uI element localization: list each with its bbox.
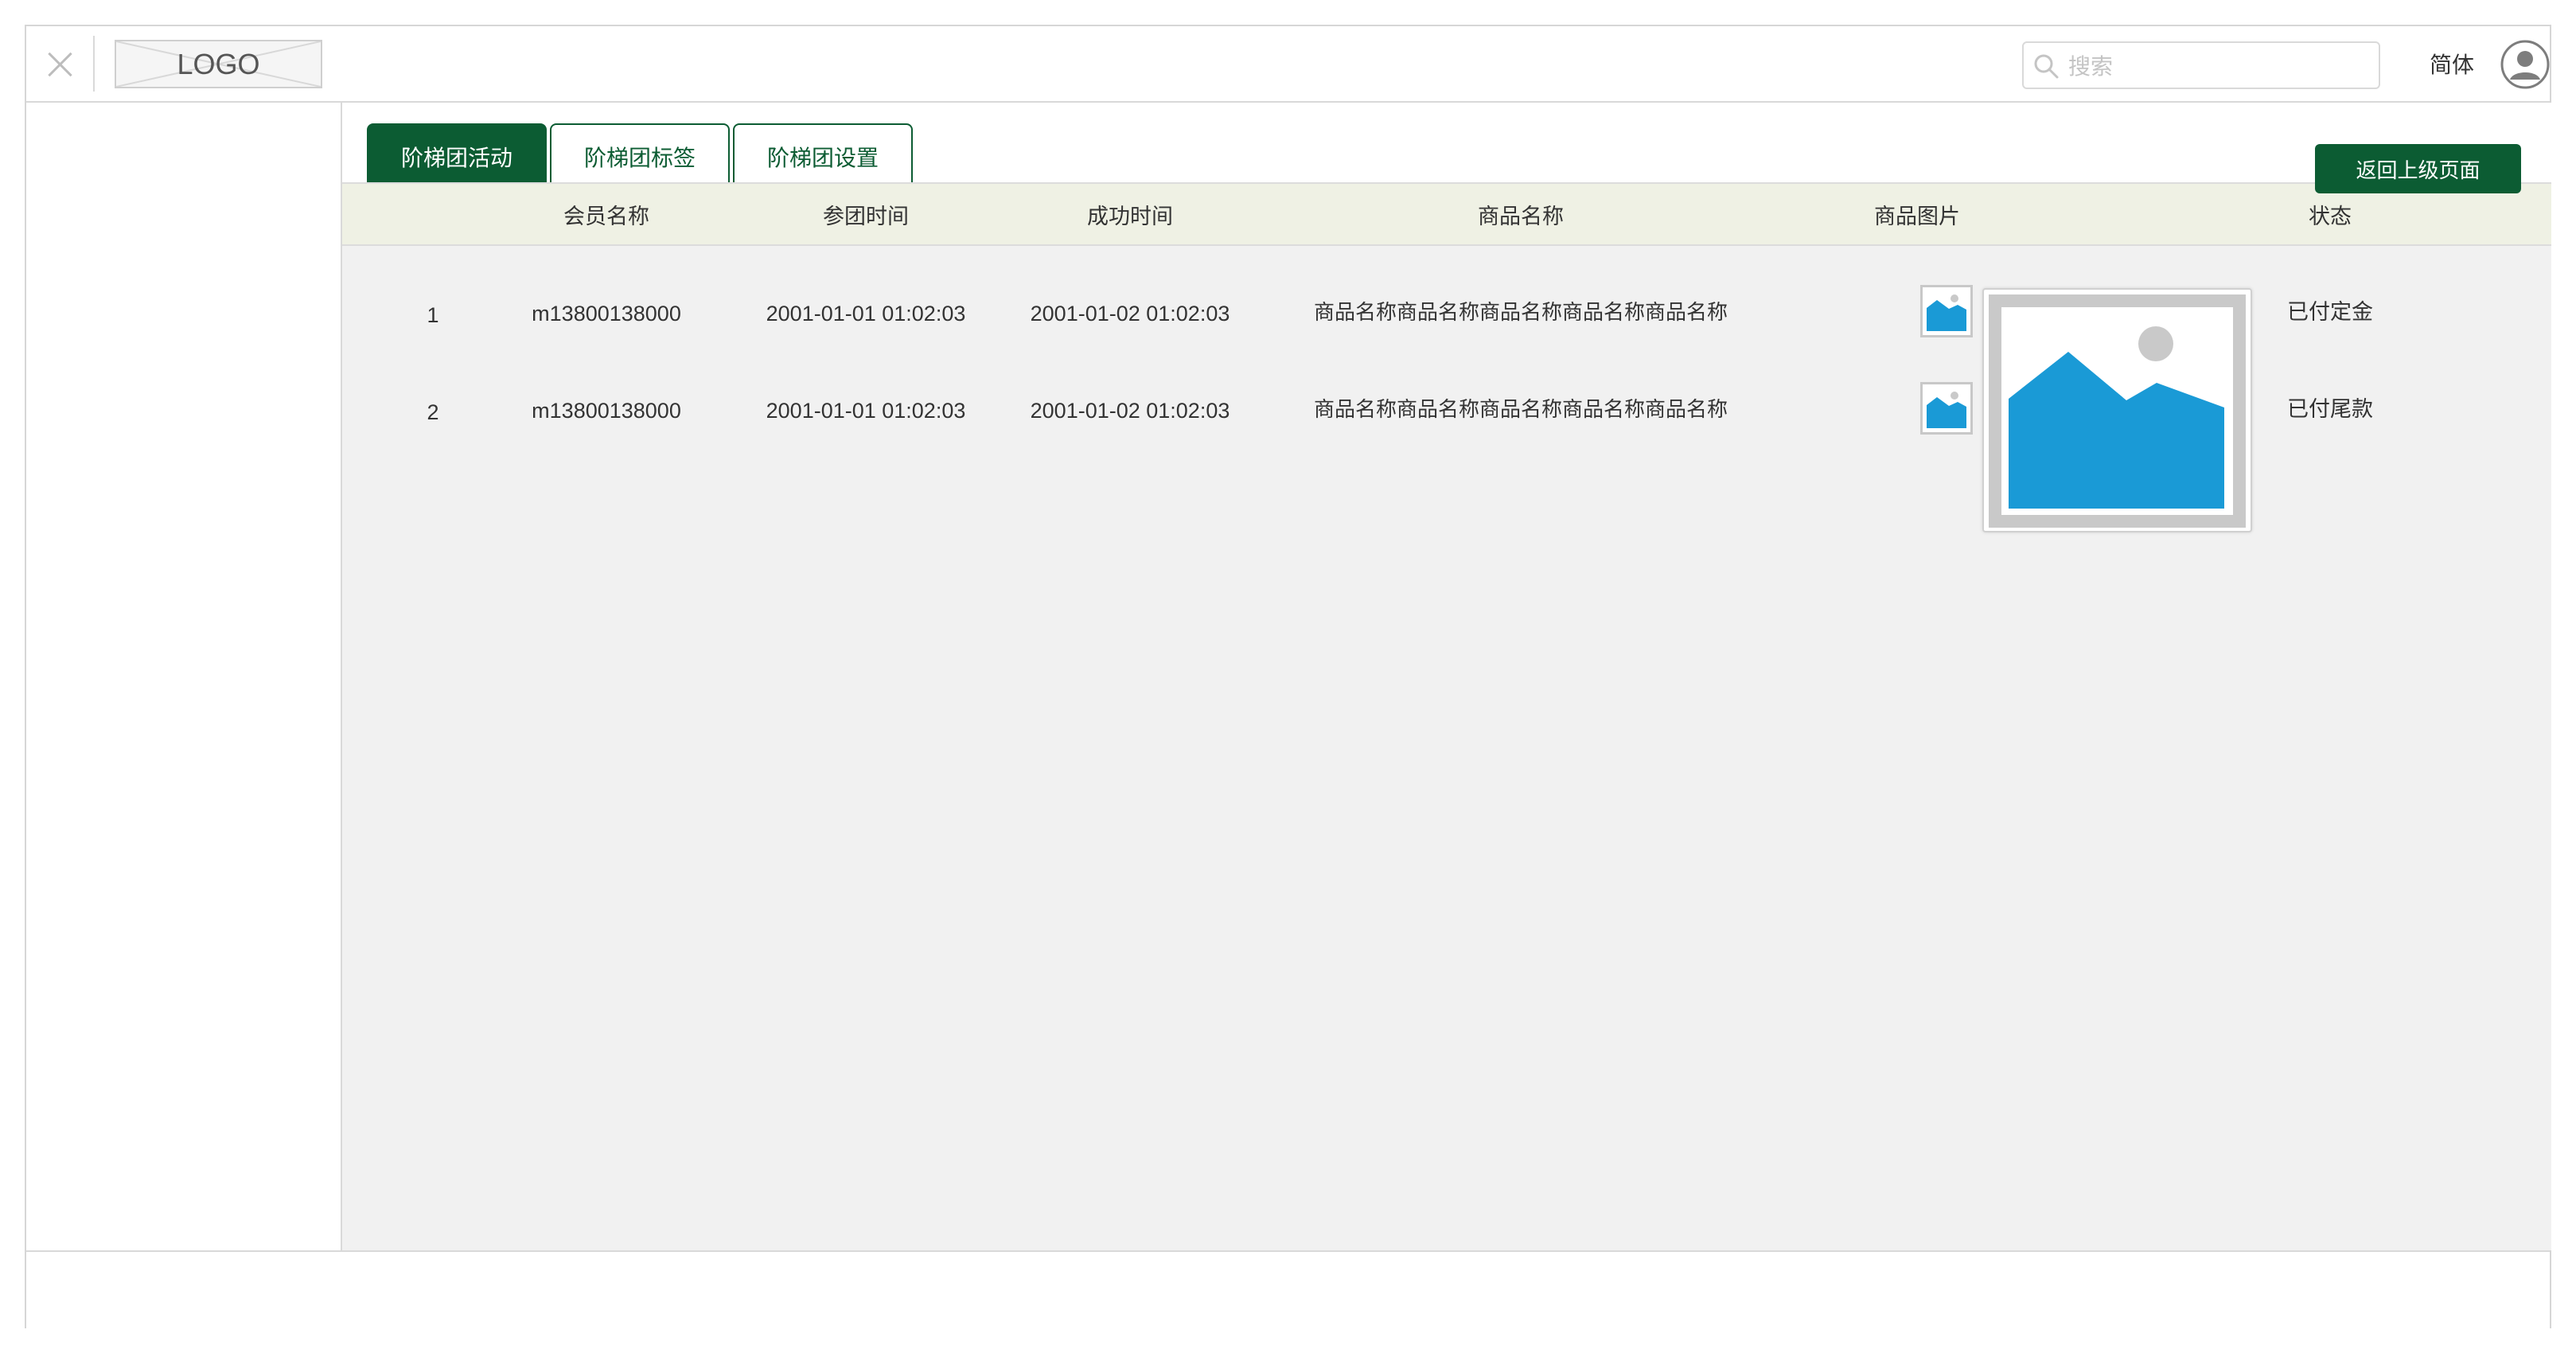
row-index: 2 — [427, 400, 439, 424]
close-icon[interactable] — [44, 49, 76, 80]
row-index: 1 — [427, 303, 439, 327]
join-time: 2001-01-01 01:02:03 — [766, 302, 966, 326]
tab-ladder-group-settings[interactable]: 阶梯团设置 — [733, 123, 913, 182]
main-content: 阶梯团活动 阶梯团标签 阶梯团设置 会员名称 参团时间 成功时间 商品名称 商品… — [342, 103, 2551, 1250]
table-header: 会员名称 参团时间 成功时间 商品名称 商品图片 状态 — [342, 182, 2551, 246]
sidebar — [26, 103, 342, 1250]
back-to-previous-page-button[interactable]: 返回上级页面 — [2315, 144, 2521, 193]
top-header: LOGO 简体 — [26, 26, 2550, 103]
logo: LOGO — [115, 40, 322, 88]
join-time: 2001-01-01 01:02:03 — [766, 399, 966, 423]
success-time: 2001-01-02 01:02:03 — [1030, 399, 1230, 423]
column-header-product-image: 商品图片 — [1874, 204, 1960, 229]
tab-ladder-group-tags[interactable]: 阶梯团标签 — [550, 123, 730, 182]
search-input[interactable] — [2067, 49, 2369, 83]
product-image-thumbnail[interactable] — [1920, 285, 1973, 337]
tab-ladder-group-activity[interactable]: 阶梯团活动 — [367, 123, 547, 182]
product-name: 商品名称商品名称商品名称商品名称商品名称 — [1313, 398, 1728, 422]
status: 已付尾款 — [2287, 397, 2373, 422]
status: 已付定金 — [2287, 300, 2373, 325]
product-image-thumbnail[interactable] — [1920, 382, 1973, 435]
search-box[interactable] — [2022, 41, 2380, 89]
member-name: m13800138000 — [532, 302, 681, 326]
footer-bar — [26, 1250, 2550, 1328]
image-preview-frame — [1989, 294, 2246, 528]
column-header-success-time: 成功时间 — [1087, 204, 1173, 229]
image-placeholder-icon — [2001, 307, 2233, 515]
column-header-product-name: 商品名称 — [1478, 204, 1564, 229]
member-name: m13800138000 — [532, 399, 681, 423]
product-name: 商品名称商品名称商品名称商品名称商品名称 — [1313, 301, 1728, 325]
column-header-member: 会员名称 — [563, 204, 649, 229]
image-placeholder-icon — [1923, 287, 1970, 335]
header-divider — [93, 36, 95, 92]
language-switch[interactable]: 简体 — [2430, 45, 2474, 85]
success-time: 2001-01-02 01:02:03 — [1030, 302, 1230, 326]
logo-text: LOGO — [177, 47, 260, 80]
tab-bar: 阶梯团活动 阶梯团标签 阶梯团设置 — [342, 103, 2551, 182]
app-window: LOGO 简体 阶梯团活动 阶梯团标签 阶梯团设置 会员名称 参团时间 成功时 — [25, 25, 2551, 1328]
image-placeholder-icon — [1923, 384, 1970, 432]
image-preview-popup — [1982, 288, 2252, 532]
avatar-icon[interactable] — [2500, 40, 2550, 89]
column-header-join-time: 参团时间 — [823, 204, 909, 229]
search-icon — [2034, 54, 2059, 79]
